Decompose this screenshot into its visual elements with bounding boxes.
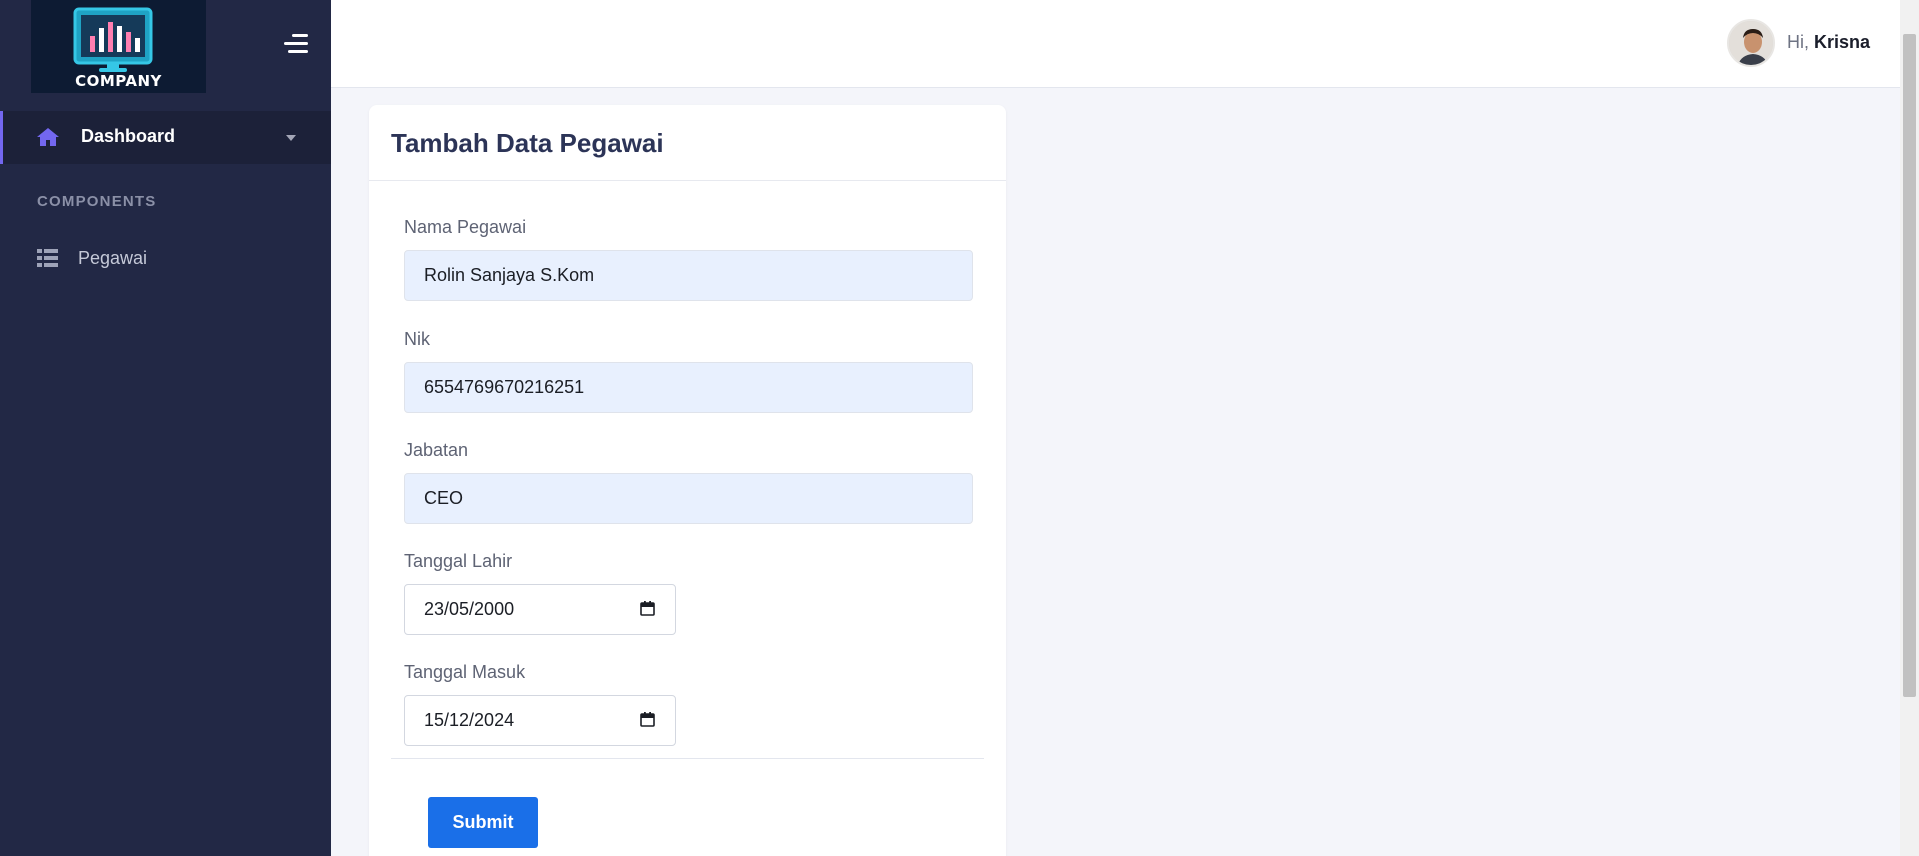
form-divider	[391, 758, 984, 759]
logo-text: COMPANY	[75, 72, 162, 90]
nama-pegawai-input[interactable]: Rolin Sanjaya S.Kom	[404, 250, 973, 301]
greeting-prefix: Hi,	[1787, 32, 1809, 52]
sidebar-item-label: Dashboard	[81, 126, 176, 146]
card-header: Tambah Data Pegawai	[369, 105, 1006, 181]
tanggal-masuk-input[interactable]: 15/12/2024	[404, 695, 676, 746]
user-photo-icon	[1729, 21, 1773, 65]
tanggal-masuk-label: Tanggal Masuk	[404, 662, 526, 682]
home-icon	[37, 128, 59, 146]
sidebar-section-title: COMPONENTS	[37, 193, 157, 210]
tanggal-lahir-label: Tanggal Lahir	[404, 551, 513, 571]
sidebar-item-label: Pegawai	[78, 248, 148, 268]
page-title: Tambah Data Pegawai	[391, 128, 664, 158]
jabatan-label: Jabatan	[404, 440, 469, 460]
avatar[interactable]	[1727, 19, 1775, 67]
calendar-icon[interactable]	[640, 601, 655, 616]
nik-label: Nik	[404, 329, 430, 349]
sidebar-item-pegawai[interactable]: Pegawai	[0, 238, 331, 278]
nama-pegawai-label: Nama Pegawai	[404, 217, 527, 237]
page-scrollbar[interactable]	[1900, 0, 1919, 856]
monitor-chart-icon	[73, 7, 153, 72]
calendar-icon[interactable]	[640, 712, 655, 727]
nik-input[interactable]: 6554769670216251	[404, 362, 973, 413]
user-greeting[interactable]: Hi, Krisna	[1787, 32, 1870, 53]
scrollbar-thumb[interactable]	[1903, 34, 1916, 697]
add-employee-form-card: Tambah Data Pegawai Nama Pegawai Rolin S…	[369, 105, 1006, 856]
sidebar-item-dashboard[interactable]: Dashboard	[0, 111, 331, 164]
tanggal-lahir-input[interactable]: 23/05/2000	[404, 584, 676, 635]
tanggal-lahir-value: 23/05/2000	[424, 599, 515, 619]
user-name: Krisna	[1814, 32, 1871, 52]
submit-button[interactable]: Submit	[428, 797, 538, 848]
jabatan-input[interactable]: CEO	[404, 473, 973, 524]
table-list-icon	[37, 249, 58, 267]
tanggal-masuk-value: 15/12/2024	[424, 710, 515, 730]
chevron-down-icon	[286, 135, 296, 141]
sidebar: COMPANY Dashboard COMPONENTS Pegawai	[0, 0, 331, 856]
menu-toggle-icon[interactable]	[280, 31, 312, 57]
company-logo[interactable]: COMPANY	[31, 0, 206, 93]
top-navbar: Hi, Krisna	[331, 0, 1900, 88]
